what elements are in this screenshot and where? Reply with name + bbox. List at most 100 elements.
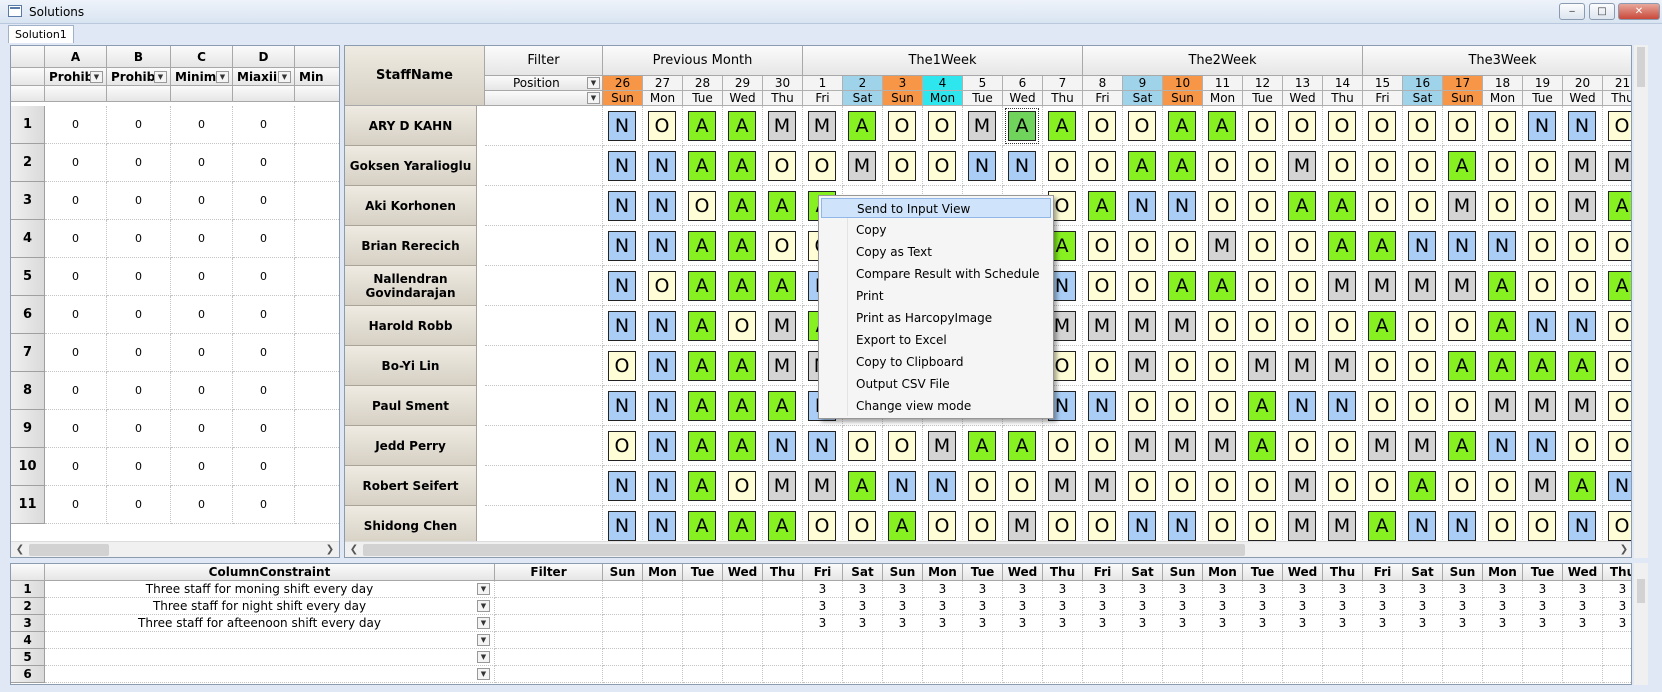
shift-badge[interactable]: M bbox=[1088, 471, 1116, 501]
position-filter-2[interactable]: ▼ bbox=[485, 91, 603, 106]
shift-badge[interactable]: N bbox=[1448, 231, 1476, 261]
constraint-count-cell[interactable]: 3 bbox=[1403, 598, 1443, 615]
day-number-header[interactable]: 8 bbox=[1083, 76, 1123, 91]
shift-badge[interactable]: N bbox=[648, 511, 676, 541]
shift-badge[interactable]: O bbox=[1488, 191, 1516, 221]
constraint-count-cell[interactable] bbox=[1043, 649, 1083, 666]
weekday-header[interactable]: Tue bbox=[1523, 91, 1563, 106]
day-number-header[interactable]: 10 bbox=[1163, 76, 1203, 91]
shift-badge[interactable]: A bbox=[728, 431, 756, 461]
constraint-count-cell[interactable] bbox=[1283, 632, 1323, 649]
position-filter[interactable]: Position ▼ bbox=[485, 76, 603, 91]
constraint-count-cell[interactable]: 3 bbox=[1523, 581, 1563, 598]
day-number-header[interactable]: 17 bbox=[1443, 76, 1483, 91]
shift-badge[interactable]: A bbox=[1368, 231, 1396, 261]
constraint-value-cell[interactable]: 0 bbox=[171, 144, 233, 182]
constraint-count-cell[interactable] bbox=[1083, 649, 1123, 666]
shift-badge[interactable]: M bbox=[768, 471, 796, 501]
constraint-value-cell[interactable]: 0 bbox=[233, 182, 295, 220]
shift-badge[interactable]: O bbox=[1288, 111, 1316, 141]
constraint-count-cell[interactable]: 3 bbox=[803, 581, 843, 598]
shift-badge[interactable]: A bbox=[1608, 271, 1631, 301]
weekday-header[interactable]: Tue bbox=[683, 91, 723, 106]
shift-badge[interactable]: A bbox=[1168, 271, 1196, 301]
day-number-header[interactable]: 30 bbox=[763, 76, 803, 91]
shift-badge[interactable]: M bbox=[1448, 271, 1476, 301]
constraint-count-cell[interactable] bbox=[763, 598, 803, 615]
shift-badge[interactable]: M bbox=[1128, 351, 1156, 381]
shift-badge[interactable]: O bbox=[1248, 231, 1276, 261]
constraint-count-cell[interactable] bbox=[603, 666, 643, 683]
shift-badge[interactable]: A bbox=[1168, 151, 1196, 181]
constraint-count-cell[interactable] bbox=[803, 649, 843, 666]
shift-badge[interactable]: O bbox=[1208, 311, 1236, 341]
day-number-header[interactable]: 12 bbox=[1243, 76, 1283, 91]
staffname-header[interactable]: StaffName bbox=[345, 46, 485, 106]
shift-badge[interactable]: A bbox=[888, 511, 916, 541]
shift-badge[interactable]: O bbox=[1568, 431, 1596, 461]
shift-badge[interactable]: O bbox=[1608, 111, 1631, 141]
shift-badge[interactable]: O bbox=[608, 351, 636, 381]
bottom-scroll-thumb[interactable] bbox=[1637, 579, 1645, 603]
shift-badge[interactable]: N bbox=[928, 471, 956, 501]
shift-badge[interactable]: O bbox=[1608, 431, 1631, 461]
shift-badge[interactable]: O bbox=[1088, 351, 1116, 381]
shift-badge[interactable]: A bbox=[688, 431, 716, 461]
constraint-value-cell[interactable] bbox=[295, 372, 339, 410]
constraint-count-cell[interactable]: 3 bbox=[1323, 615, 1363, 632]
shift-badge[interactable]: M bbox=[808, 111, 836, 141]
day-number-header[interactable]: 11 bbox=[1203, 76, 1243, 91]
shift-badge[interactable]: M bbox=[768, 311, 796, 341]
row-number-header[interactable]: 10 bbox=[11, 448, 45, 486]
constraint-count-cell[interactable] bbox=[1603, 632, 1631, 649]
staff-name-cell[interactable]: Shidong Chen bbox=[345, 506, 477, 546]
shift-badge[interactable]: M bbox=[968, 111, 996, 141]
bottom-filter-cell[interactable] bbox=[495, 632, 603, 649]
horizontal-scroll-thumb[interactable] bbox=[29, 544, 109, 556]
shift-badge[interactable]: M bbox=[1408, 271, 1436, 301]
constraint-count-cell[interactable]: 3 bbox=[1443, 598, 1483, 615]
constraint-count-cell[interactable] bbox=[1483, 666, 1523, 683]
constraint-count-cell[interactable] bbox=[1563, 632, 1603, 649]
constraint-count-cell[interactable] bbox=[1043, 632, 1083, 649]
staff-name-cell[interactable]: Aki Korhonen bbox=[345, 186, 477, 226]
shift-badge[interactable]: A bbox=[1288, 191, 1316, 221]
shift-badge[interactable]: A bbox=[1128, 151, 1156, 181]
menu-item-send-to-input-view[interactable]: Send to Input View bbox=[821, 198, 1051, 218]
shift-badge[interactable]: O bbox=[848, 431, 876, 461]
shift-badge[interactable]: O bbox=[928, 151, 956, 181]
shift-badge[interactable]: M bbox=[808, 471, 836, 501]
column-filter-cell[interactable] bbox=[295, 86, 339, 102]
shift-badge[interactable]: O bbox=[608, 431, 636, 461]
constraint-count-cell[interactable] bbox=[643, 649, 683, 666]
constraint-count-cell[interactable]: 3 bbox=[1043, 581, 1083, 598]
constraint-count-cell[interactable]: 3 bbox=[1403, 581, 1443, 598]
shift-badge[interactable]: A bbox=[688, 271, 716, 301]
constraint-count-cell[interactable] bbox=[1603, 649, 1631, 666]
constraint-count-cell[interactable]: 3 bbox=[1123, 615, 1163, 632]
shift-badge[interactable]: O bbox=[1328, 111, 1356, 141]
shift-badge[interactable]: O bbox=[1128, 271, 1156, 301]
constraint-count-cell[interactable] bbox=[1523, 649, 1563, 666]
constraint-value-cell[interactable]: 0 bbox=[233, 220, 295, 258]
constraint-count-cell[interactable] bbox=[1563, 649, 1603, 666]
shift-badge[interactable]: A bbox=[1608, 191, 1631, 221]
shift-badge[interactable]: O bbox=[1528, 271, 1556, 301]
constraint-value-cell[interactable]: 0 bbox=[233, 258, 295, 296]
bottom-row-number[interactable]: 1 bbox=[11, 581, 45, 598]
constraint-count-cell[interactable]: 3 bbox=[1563, 581, 1603, 598]
shift-badge[interactable]: O bbox=[1368, 351, 1396, 381]
shift-badge[interactable]: O bbox=[848, 511, 876, 541]
bottom-filter-cell[interactable] bbox=[495, 615, 603, 632]
shift-badge[interactable]: N bbox=[1568, 111, 1596, 141]
shift-badge[interactable]: O bbox=[1248, 311, 1276, 341]
constraint-count-cell[interactable] bbox=[763, 615, 803, 632]
shift-badge[interactable]: O bbox=[1248, 111, 1276, 141]
constraint-value-cell[interactable]: 0 bbox=[45, 220, 107, 258]
bottom-row-number[interactable]: 4 bbox=[11, 632, 45, 649]
constraint-count-cell[interactable] bbox=[763, 649, 803, 666]
shift-badge[interactable]: M bbox=[1568, 191, 1596, 221]
constraint-count-cell[interactable]: 3 bbox=[1163, 581, 1203, 598]
shift-badge[interactable]: A bbox=[728, 271, 756, 301]
shift-badge[interactable]: N bbox=[1288, 391, 1316, 421]
